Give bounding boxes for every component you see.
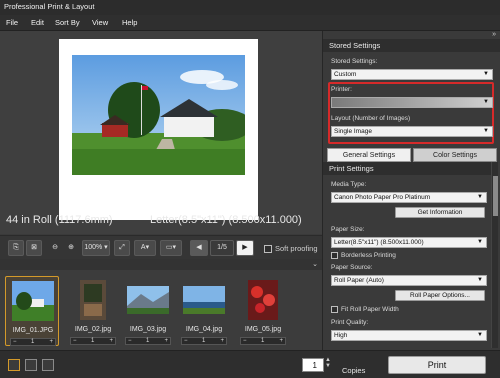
printer-label: Printer: xyxy=(331,86,352,93)
chevron-down-icon: ▼ xyxy=(477,332,483,338)
remove-image-button[interactable]: ⊠ xyxy=(26,240,42,256)
print-button[interactable]: Print xyxy=(388,356,486,374)
scrollbar-thumb[interactable] xyxy=(493,176,498,216)
menu-view[interactable]: View xyxy=(92,18,108,27)
stored-settings-select[interactable]: Custom ▼ xyxy=(331,69,493,80)
chevron-down-icon: ▼ xyxy=(483,71,489,77)
layout-view-list-icon[interactable] xyxy=(42,359,54,371)
copy-stepper[interactable]: −1 + xyxy=(70,337,116,345)
copies-label: Copies xyxy=(342,366,366,375)
bottom-bar: 1 ▲ ▼ Copies Print xyxy=(0,350,500,378)
collapse-icon[interactable]: ⌄ xyxy=(312,260,318,268)
copy-stepper[interactable]: −1 + xyxy=(240,337,286,345)
menu-bar: File Edit Sort By View Help xyxy=(0,15,500,31)
layout-select[interactable]: Single Image ▼ xyxy=(331,126,493,137)
get-information-button[interactable]: Get Information xyxy=(395,207,485,218)
next-page-button[interactable]: ▶ xyxy=(236,240,254,256)
settings-tabs: General Settings Color Settings xyxy=(323,148,500,162)
layout-label: Layout (Number of Images) xyxy=(331,115,411,122)
thumbnail-strip: IMG_01.JPG −1 + IMG_02.jpg −1 + IMG_03.jpg… xyxy=(0,270,322,350)
copies-stepper-icon[interactable]: ▲ ▼ xyxy=(325,357,331,369)
checkbox-icon xyxy=(331,306,338,313)
text-tool-button[interactable]: A▾ xyxy=(134,240,156,256)
media-type-select[interactable]: Canon Photo Paper Pro Platinum ▼ xyxy=(331,192,487,203)
paper-preview xyxy=(59,39,258,220)
preview-toolbar: ⎘ ⊠ ⊖ ⊕ 100% ▾ ⤢ A▾ ▭▾ ◀ 1/5 ▶ Soft proo… xyxy=(0,235,322,259)
tab-general-settings[interactable]: General Settings xyxy=(327,148,411,162)
menu-edit[interactable]: Edit xyxy=(31,18,44,27)
thumbnail-name: IMG_01.JPG xyxy=(12,327,54,334)
thumbnail-name: IMG_05.jpg xyxy=(244,326,282,333)
print-settings-header: Print Settings xyxy=(323,162,491,175)
stored-settings-header: Stored Settings xyxy=(323,39,500,52)
chevron-down-icon: ▼ xyxy=(483,99,489,105)
roll-paper-options-button[interactable]: Roll Paper Options... xyxy=(395,290,485,301)
print-quality-label: Print Quality: xyxy=(331,319,369,326)
thumbnail-item[interactable]: IMG_05.jpg −1 + xyxy=(236,276,290,346)
fit-view-button[interactable]: ⤢ xyxy=(114,240,130,256)
settings-sidebar: » Stored Settings Stored Settings: Custo… xyxy=(322,31,500,350)
thumbnail-name: IMG_02.jpg xyxy=(74,326,112,333)
printer-select[interactable]: ▼ xyxy=(331,97,493,108)
thumbnail-item[interactable]: IMG_03.jpg −1 + xyxy=(121,276,175,346)
add-image-button[interactable]: ⎘ xyxy=(8,240,24,256)
sidebar-scrollbar[interactable] xyxy=(491,162,498,348)
chevron-down-icon: ▼ xyxy=(477,239,483,245)
thumbnail-image xyxy=(242,280,284,320)
thumbnail-image xyxy=(72,280,114,320)
page-indicator: 1/5 xyxy=(210,240,234,256)
tab-color-settings[interactable]: Color Settings xyxy=(413,148,497,162)
thumbnail-item[interactable]: IMG_02.jpg −1 + xyxy=(66,276,120,346)
thumbnail-item[interactable]: IMG_01.JPG −1 + xyxy=(5,276,59,346)
thumbnail-strip-header: ⌄ xyxy=(0,259,322,270)
paper-size-info: Letter(8.5"x11") (8.500x11.000) xyxy=(150,214,302,226)
soft-proofing-checkbox[interactable]: Soft proofing xyxy=(264,244,318,254)
menu-help[interactable]: Help xyxy=(122,18,137,27)
preview-photo xyxy=(72,55,245,175)
checkbox-icon xyxy=(264,245,272,254)
checkbox-icon xyxy=(331,252,338,259)
thumbnail-name: IMG_04.jpg xyxy=(185,326,223,333)
menu-file[interactable]: File xyxy=(6,18,18,27)
print-quality-select[interactable]: High ▼ xyxy=(331,330,487,341)
thumbnail-name: IMG_03.jpg xyxy=(129,326,167,333)
roll-info: 44 in Roll (1117.6mm) xyxy=(6,214,113,226)
paper-source-label: Paper Source: xyxy=(331,264,373,271)
copy-stepper[interactable]: −1 + xyxy=(181,337,227,345)
media-type-label: Media Type: xyxy=(331,181,367,188)
chevron-down-icon: ▼ xyxy=(477,277,483,283)
copies-input[interactable]: 1 xyxy=(302,358,324,372)
window-title: Professional Print & Layout xyxy=(4,2,95,11)
page-tool-button[interactable]: ▭▾ xyxy=(160,240,182,256)
copy-stepper[interactable]: −1 + xyxy=(10,338,56,346)
chevron-down-icon: ▼ xyxy=(477,194,483,200)
thumbnail-image xyxy=(183,280,225,320)
zoom-out-icon[interactable]: ⊖ xyxy=(48,240,62,256)
stored-settings-label: Stored Settings: xyxy=(331,58,378,65)
layout-view-split-icon[interactable] xyxy=(25,359,37,371)
menu-sort-by[interactable]: Sort By xyxy=(55,18,80,27)
print-preview-area: 44 in Roll (1117.6mm) Letter(8.5"x11") (… xyxy=(0,31,322,234)
paper-size-label: Paper Size: xyxy=(331,226,365,233)
fit-roll-paper-width-checkbox[interactable]: Fit Roll Paper Width xyxy=(331,306,399,313)
paper-size-select[interactable]: Letter(8.5"x11") (8.500x11.000) ▼ xyxy=(331,237,487,248)
zoom-in-icon[interactable]: ⊕ xyxy=(64,240,78,256)
title-bar: Professional Print & Layout xyxy=(0,0,500,15)
thumbnail-image xyxy=(127,280,169,320)
thumbnail-item[interactable]: IMG_04.jpg −1 + xyxy=(177,276,231,346)
zoom-level-select[interactable]: 100% ▾ xyxy=(82,240,110,256)
chevron-down-icon: ▼ xyxy=(483,128,489,134)
borderless-printing-checkbox[interactable]: Borderless Printing xyxy=(331,252,396,259)
layout-view-single-icon[interactable] xyxy=(8,359,20,371)
thumbnail-image xyxy=(12,281,54,321)
copy-stepper[interactable]: −1 + xyxy=(125,337,171,345)
paper-source-select[interactable]: Roll Paper (Auto) ▼ xyxy=(331,275,487,286)
previous-page-button[interactable]: ◀ xyxy=(190,240,208,256)
collapse-sidebar-icon[interactable]: » xyxy=(492,31,496,38)
